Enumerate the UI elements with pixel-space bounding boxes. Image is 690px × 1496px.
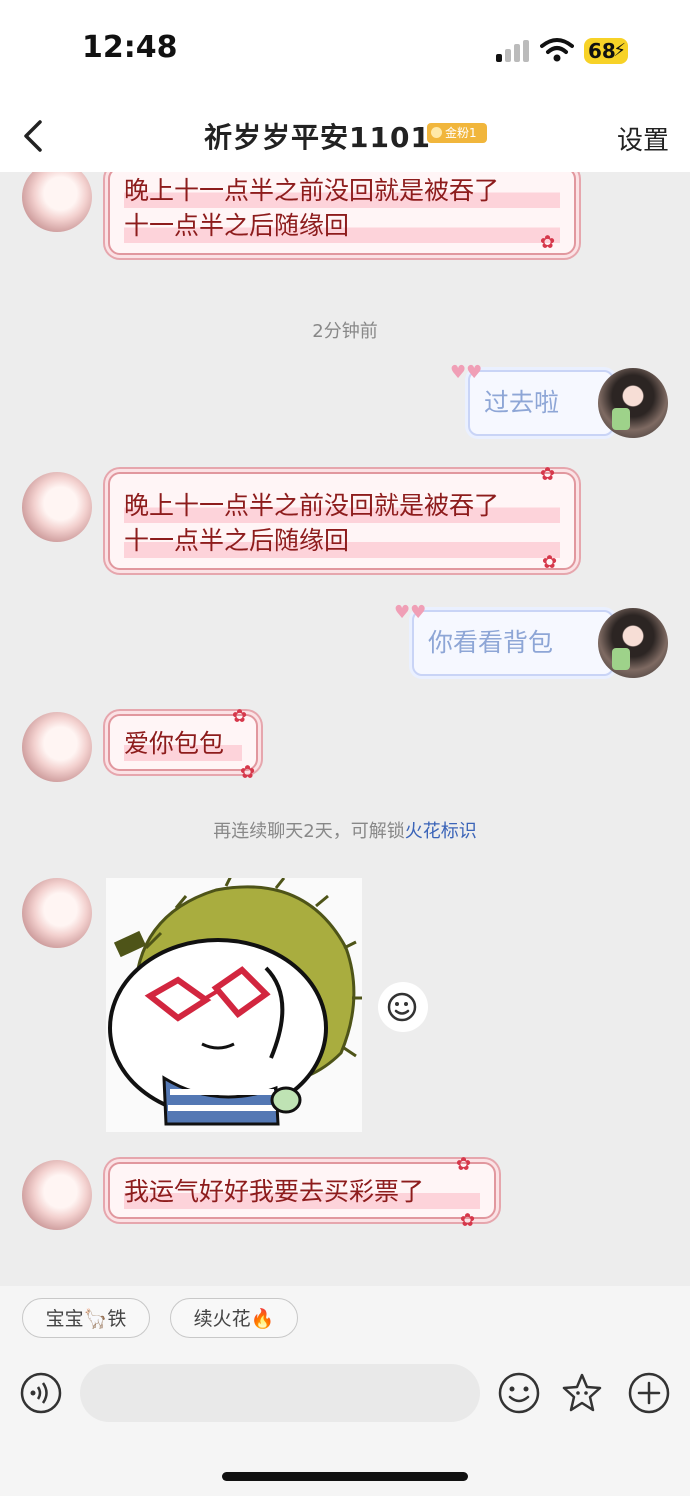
avatar[interactable]	[598, 368, 668, 438]
rose-decoration-icon: ✿	[456, 1154, 472, 1175]
flower-decoration-icon: ✿	[542, 552, 558, 573]
heart-decoration-icon: ♥♥	[394, 602, 427, 623]
rose-decoration-icon: ✿	[232, 706, 248, 727]
quick-reply-chip[interactable]: 宝宝🦙铁	[22, 1298, 150, 1338]
rose-decoration-icon: ✿	[540, 464, 556, 485]
battery-indicator: 68 ⚡	[584, 38, 628, 64]
timestamp-label: 2分钟前	[312, 321, 378, 342]
avatar[interactable]	[22, 472, 92, 542]
sticker-smile-icon	[387, 992, 417, 1022]
settings-button[interactable]: 设置	[617, 120, 669, 157]
message-text: 十一点半之后随缘回	[124, 523, 560, 558]
avatar[interactable]	[598, 608, 668, 678]
spark-badge-link[interactable]: 火花标识	[405, 821, 477, 842]
message-text: 爱你包包	[124, 726, 242, 761]
charging-bolt-icon: ⚡	[613, 40, 626, 61]
heart-decoration-icon: ♥♥	[450, 362, 483, 383]
wifi-icon	[540, 38, 574, 62]
status-bar: 12:48 68 ⚡	[0, 0, 690, 100]
flower-decoration-icon: ✿	[240, 762, 256, 783]
flower-decoration-icon: ✿	[460, 1210, 476, 1231]
sticker-message[interactable]	[106, 875, 362, 1132]
fan-level-badge: 金粉1	[427, 123, 487, 143]
avatar[interactable]	[22, 712, 92, 782]
message-text: 十一点半之后随缘回	[124, 208, 560, 243]
status-time: 12:48	[82, 30, 178, 65]
message-input[interactable]	[80, 1364, 480, 1422]
message-text: 我运气好好我要去买彩票了	[124, 1174, 480, 1209]
sticker-smile-button[interactable]	[378, 982, 428, 1032]
chat-message-list[interactable]: 晚上十一点半之前没回就是被吞了 十一点半之后随缘回 ✿ 2分钟前 过去啦 ♥♥ …	[0, 172, 690, 1286]
message-bubble[interactable]: 我运气好好我要去买彩票了	[108, 1162, 496, 1219]
avatar[interactable]	[22, 1160, 92, 1230]
voice-icon[interactable]	[19, 1371, 63, 1415]
message-bubble[interactable]: 晚上十一点半之前没回就是被吞了 十一点半之后随缘回	[108, 472, 576, 570]
chat-title: 祈岁岁平安1101	[204, 121, 431, 154]
system-notice: 再连续聊天2天，可解锁火花标识	[0, 817, 690, 843]
emoji-icon[interactable]	[497, 1371, 541, 1415]
battery-level: 68	[588, 39, 616, 63]
avatar[interactable]	[22, 878, 92, 948]
back-icon[interactable]	[18, 114, 58, 158]
star-icon[interactable]	[560, 1371, 604, 1415]
message-text: 你看看背包	[428, 628, 554, 657]
quick-reply-chip[interactable]: 续火花🔥	[170, 1298, 298, 1338]
cellular-signal-icon	[496, 40, 529, 62]
flower-decoration-icon: ✿	[540, 232, 556, 253]
chat-header: 祈岁岁平安1101 金粉1 设置	[0, 100, 690, 172]
durian-sticker-image	[108, 875, 362, 1126]
quick-reply-bar: 宝宝🦙铁 续火花🔥	[0, 1286, 690, 1350]
plus-icon[interactable]	[627, 1371, 671, 1415]
message-bubble[interactable]: 你看看背包	[412, 610, 614, 676]
message-bubble[interactable]: 晚上十一点半之前没回就是被吞了 十一点半之后随缘回	[108, 172, 576, 255]
avatar[interactable]	[22, 172, 92, 232]
message-text: 晚上十一点半之前没回就是被吞了	[124, 488, 560, 523]
home-indicator	[222, 1472, 468, 1481]
system-notice-text: 再连续聊天2天，可解锁	[213, 821, 405, 842]
message-text: 过去啦	[484, 388, 560, 417]
message-text: 晚上十一点半之前没回就是被吞了	[124, 173, 560, 208]
message-bubble[interactable]: 过去啦	[468, 370, 614, 436]
